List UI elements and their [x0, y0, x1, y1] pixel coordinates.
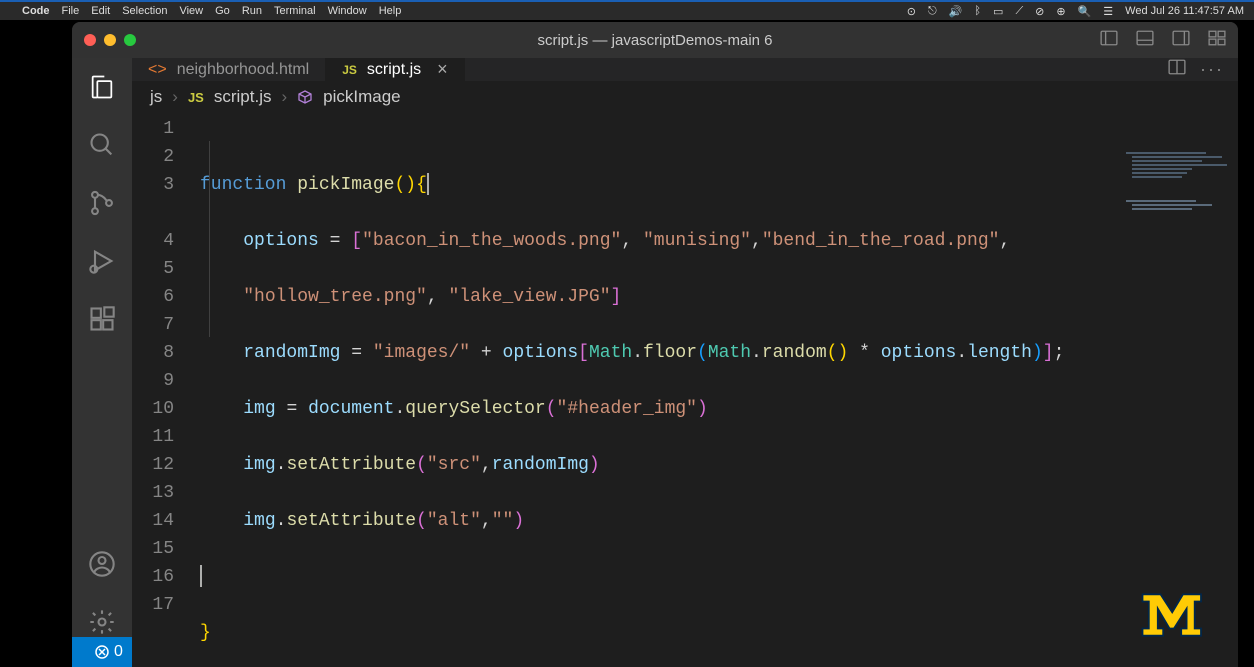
search-icon[interactable]: 🔍 — [1078, 5, 1092, 18]
html-file-icon: <> — [148, 61, 167, 79]
layout-sidebar-left-icon[interactable] — [1100, 29, 1118, 52]
settings-gear-icon[interactable] — [87, 607, 117, 637]
layout-panel-icon[interactable] — [1136, 29, 1154, 52]
tab-label: script.js — [367, 61, 421, 79]
menu-run[interactable]: Run — [242, 5, 262, 17]
menu-edit[interactable]: Edit — [91, 5, 110, 17]
status-icon[interactable]: ⊘ — [1035, 5, 1044, 18]
tab-label: neighborhood.html — [177, 61, 310, 79]
volume-icon[interactable]: 🔊 — [949, 5, 963, 18]
clock-icon[interactable]: ⊕ — [1056, 5, 1065, 18]
breadcrumb-symbol[interactable]: pickImage — [323, 87, 400, 107]
clock[interactable]: Wed Jul 26 11:47:57 AM — [1125, 5, 1244, 17]
minimize-button[interactable] — [104, 34, 116, 46]
vscode-window: script.js — javascriptDemos-main 6 — [72, 22, 1238, 667]
maximize-button[interactable] — [124, 34, 136, 46]
explorer-icon[interactable] — [87, 72, 117, 102]
layout-sidebar-right-icon[interactable] — [1172, 29, 1190, 52]
status-icon[interactable]: ⊙ — [907, 5, 916, 18]
control-center-icon[interactable]: ☰ — [1103, 5, 1113, 18]
app-name[interactable]: Code — [22, 5, 50, 17]
letterbox — [1238, 20, 1254, 667]
macos-menubar: Code File Edit Selection View Go Run Ter… — [0, 0, 1254, 20]
code-editor[interactable]: 1234567891011121314151617 function pickI… — [132, 113, 1238, 667]
traffic-lights — [84, 34, 136, 46]
tab-script-js[interactable]: JS script.js × — [326, 58, 464, 81]
menu-file[interactable]: File — [62, 5, 80, 17]
split-editor-icon[interactable] — [1168, 58, 1186, 81]
code-content[interactable]: function pickImage(){ options = ["bacon_… — [200, 113, 1238, 667]
michigan-logo — [1138, 585, 1228, 645]
close-tab-icon[interactable]: × — [437, 59, 448, 80]
accounts-icon[interactable] — [87, 549, 117, 579]
status-icon[interactable]: ⟋ — [1015, 5, 1023, 18]
method-icon — [297, 89, 313, 105]
more-actions-icon[interactable]: ··· — [1200, 59, 1224, 80]
line-numbers: 1234567891011121314151617 — [132, 113, 200, 667]
source-control-icon[interactable] — [87, 188, 117, 218]
minimap[interactable] — [1122, 150, 1232, 570]
bluetooth-icon[interactable]: ᛒ — [974, 5, 981, 17]
menu-help[interactable]: Help — [379, 5, 402, 17]
menu-selection[interactable]: Selection — [122, 5, 167, 17]
chevron-right-icon: › — [172, 87, 178, 107]
activity-bar — [72, 58, 132, 637]
chevron-right-icon: › — [281, 87, 287, 107]
window-title: script.js — javascriptDemos-main 6 — [537, 32, 772, 49]
breadcrumb-folder[interactable]: js — [150, 87, 162, 107]
menu-window[interactable]: Window — [328, 5, 367, 17]
search-icon[interactable] — [87, 130, 117, 160]
status-icon[interactable]: ▭ — [993, 5, 1003, 18]
breadcrumb[interactable]: js › JS script.js › pickImage — [132, 81, 1238, 113]
breadcrumb-file[interactable]: script.js — [214, 87, 272, 107]
js-file-icon: JS — [342, 63, 357, 77]
tab-neighborhood-html[interactable]: <> neighborhood.html — [132, 58, 326, 81]
layout-customize-icon[interactable] — [1208, 29, 1226, 52]
menu-go[interactable]: Go — [215, 5, 230, 17]
status-icon[interactable]: ⎋ — [928, 5, 937, 18]
js-file-icon: JS — [188, 90, 204, 105]
menu-view[interactable]: View — [179, 5, 203, 17]
menu-terminal[interactable]: Terminal — [274, 5, 316, 17]
titlebar: script.js — javascriptDemos-main 6 — [72, 22, 1238, 58]
editor-tabs: <> neighborhood.html JS script.js × ··· — [132, 58, 1238, 81]
letterbox — [0, 20, 72, 667]
run-debug-icon[interactable] — [87, 246, 117, 276]
close-button[interactable] — [84, 34, 96, 46]
extensions-icon[interactable] — [87, 304, 117, 334]
